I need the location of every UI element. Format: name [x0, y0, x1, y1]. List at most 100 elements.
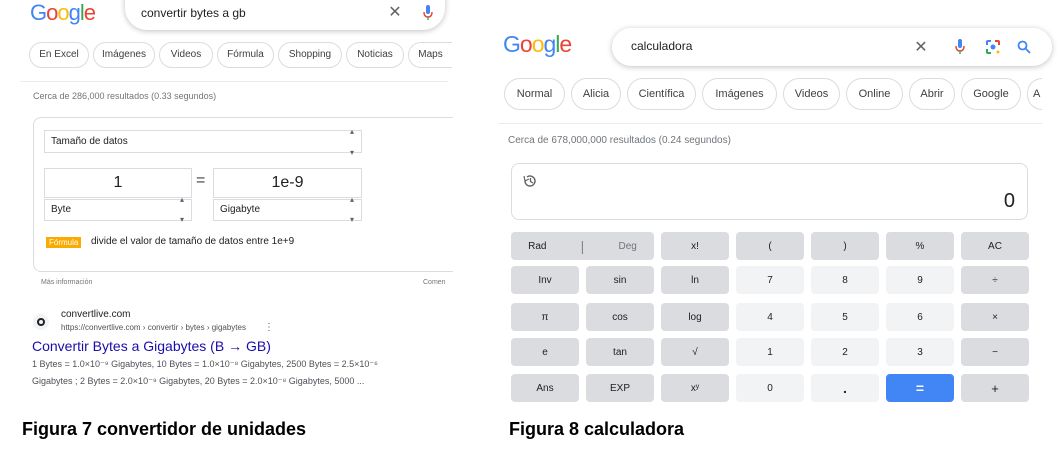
chip-cientifica[interactable]: Científica [627, 78, 696, 110]
chip-label: Google [973, 88, 1009, 100]
chip-label: Maps [418, 49, 443, 60]
key-ans[interactable]: Ans [511, 374, 579, 402]
key-percent[interactable]: % [886, 232, 954, 260]
key-3[interactable]: 3 [886, 338, 954, 366]
google-logo-left[interactable]: Google [30, 0, 96, 26]
key-inv[interactable]: Inv [511, 266, 579, 294]
key-power[interactable]: xʸ [661, 374, 729, 402]
search-box-left[interactable]: convertir bytes a gb ✕ [125, 0, 445, 30]
key-6[interactable]: 6 [886, 303, 954, 331]
chip-normal[interactable]: Normal [504, 78, 565, 110]
microphone-icon[interactable] [953, 38, 967, 56]
key-sqrt[interactable]: √ [661, 338, 729, 366]
close-icon[interactable]: ✕ [387, 4, 403, 21]
logo-letter: o [531, 31, 545, 57]
history-icon[interactable] [522, 173, 538, 194]
key-tan[interactable]: tan [586, 338, 654, 366]
chip-imagenes-right[interactable]: Imágenes [702, 78, 777, 110]
chip-videos[interactable]: Videos [159, 42, 213, 68]
key-cos[interactable]: cos [586, 303, 654, 331]
logo-letter: o [519, 31, 533, 57]
search-input[interactable]: calculadora [631, 39, 692, 53]
key-plus[interactable]: + [961, 374, 1029, 402]
key-ln[interactable]: ln [661, 266, 729, 294]
result-stats: Cerca de 286,000 resultados (0.33 segund… [33, 91, 217, 101]
from-unit-select[interactable]: Byte ▴ ▾ [44, 195, 192, 224]
chip-label: Normal [516, 88, 553, 100]
chip-label: Videos [794, 88, 829, 100]
key-e[interactable]: e [511, 338, 579, 366]
more-info-link[interactable]: Más información [41, 279, 92, 286]
key-divide[interactable]: ÷ [961, 266, 1029, 294]
chip-label: Imágenes [102, 49, 146, 60]
chip-google[interactable]: Google [961, 78, 1021, 110]
to-unit-select[interactable]: Gigabyte ▴ ▾ [213, 195, 362, 224]
chip-partial-a[interactable]: A [1027, 78, 1042, 110]
microphone-icon[interactable] [421, 4, 435, 22]
key-clear[interactable]: AC [961, 232, 1029, 260]
chip-label: Imágenes [715, 88, 764, 100]
category-label: Tamaño de datos [51, 136, 128, 147]
result-url[interactable]: https://convertlive.com › convertir › by… [61, 323, 246, 332]
chip-label: Online [858, 88, 891, 100]
chip-en-excel[interactable]: En Excel [29, 42, 89, 68]
result-menu-icon[interactable]: ⋮ [264, 322, 274, 333]
key-rad-deg[interactable]: Rad | Deg [511, 232, 654, 260]
from-value-input[interactable]: 1 [44, 168, 192, 198]
logo-letter: G [503, 31, 521, 57]
chip-abrir[interactable]: Abrir [909, 78, 955, 110]
key-close-paren[interactable]: ) [811, 232, 879, 260]
key-1[interactable]: 1 [736, 338, 804, 366]
key-2[interactable]: 2 [811, 338, 879, 366]
select-arrows-icon: ▴ ▾ [349, 195, 354, 224]
to-value-input[interactable]: 1e-9 [213, 168, 362, 198]
chip-videos-right[interactable]: Videos [783, 78, 840, 110]
key-open-paren[interactable]: ( [736, 232, 804, 260]
select-arrows-icon: ▴ ▾ [349, 126, 354, 157]
search-box-right[interactable]: calculadora ✕ [612, 28, 1052, 66]
comments-link[interactable]: Comen [423, 279, 446, 286]
display-value: 0 [1003, 190, 1015, 212]
chip-label: Abrir [920, 88, 944, 100]
key-8[interactable]: 8 [811, 266, 879, 294]
chip-formula[interactable]: Fórmula [217, 42, 274, 68]
chip-noticias[interactable]: Noticias [346, 42, 404, 68]
key-multiply[interactable]: × [961, 303, 1029, 331]
chip-shopping[interactable]: Shopping [278, 42, 342, 68]
search-icon[interactable] [1015, 38, 1033, 56]
key-separator: | [580, 238, 585, 254]
key-log[interactable]: log [661, 303, 729, 331]
header-divider-right [498, 123, 1042, 124]
key-9[interactable]: 9 [886, 266, 954, 294]
key-rad-label: Rad [528, 240, 547, 252]
figure-caption-8: Figura 8 calculadora [509, 419, 685, 439]
category-select[interactable]: Tamaño de datos ▴ ▾ [44, 127, 362, 157]
chip-imagenes[interactable]: Imágenes [93, 42, 155, 68]
search-input[interactable]: convertir bytes a gb [141, 6, 246, 20]
google-logo-right[interactable]: Google [503, 31, 572, 58]
key-sin[interactable]: sin [586, 266, 654, 294]
key-0[interactable]: 0 [736, 374, 804, 402]
lens-icon[interactable] [984, 38, 1002, 56]
key-minus[interactable]: − [961, 338, 1029, 366]
result-title-link[interactable]: Convertir Bytes a Gigabytes (B → GB) [32, 338, 271, 354]
chip-label: Shopping [288, 49, 332, 60]
close-icon[interactable]: ✕ [912, 38, 930, 56]
logo-letter: o [46, 0, 58, 25]
formula-text: divide el valor de tamaño de datos entre… [91, 236, 295, 247]
key-deg-label: Deg [618, 240, 637, 252]
key-factorial[interactable]: x! [661, 232, 729, 260]
key-decimal[interactable]: . [811, 374, 879, 402]
from-value: 1 [113, 174, 123, 191]
key-5[interactable]: 5 [811, 303, 879, 331]
key-equals[interactable]: = [886, 374, 954, 402]
chip-label: Alicia [582, 88, 610, 100]
to-unit-label: Gigabyte [220, 204, 261, 215]
chip-online[interactable]: Online [846, 78, 903, 110]
chip-maps[interactable]: Maps [408, 42, 452, 68]
key-7[interactable]: 7 [736, 266, 804, 294]
chip-alicia[interactable]: Alicia [571, 78, 621, 110]
key-pi[interactable]: π [511, 303, 579, 331]
key-exp[interactable]: EXP [586, 374, 654, 402]
key-4[interactable]: 4 [736, 303, 804, 331]
